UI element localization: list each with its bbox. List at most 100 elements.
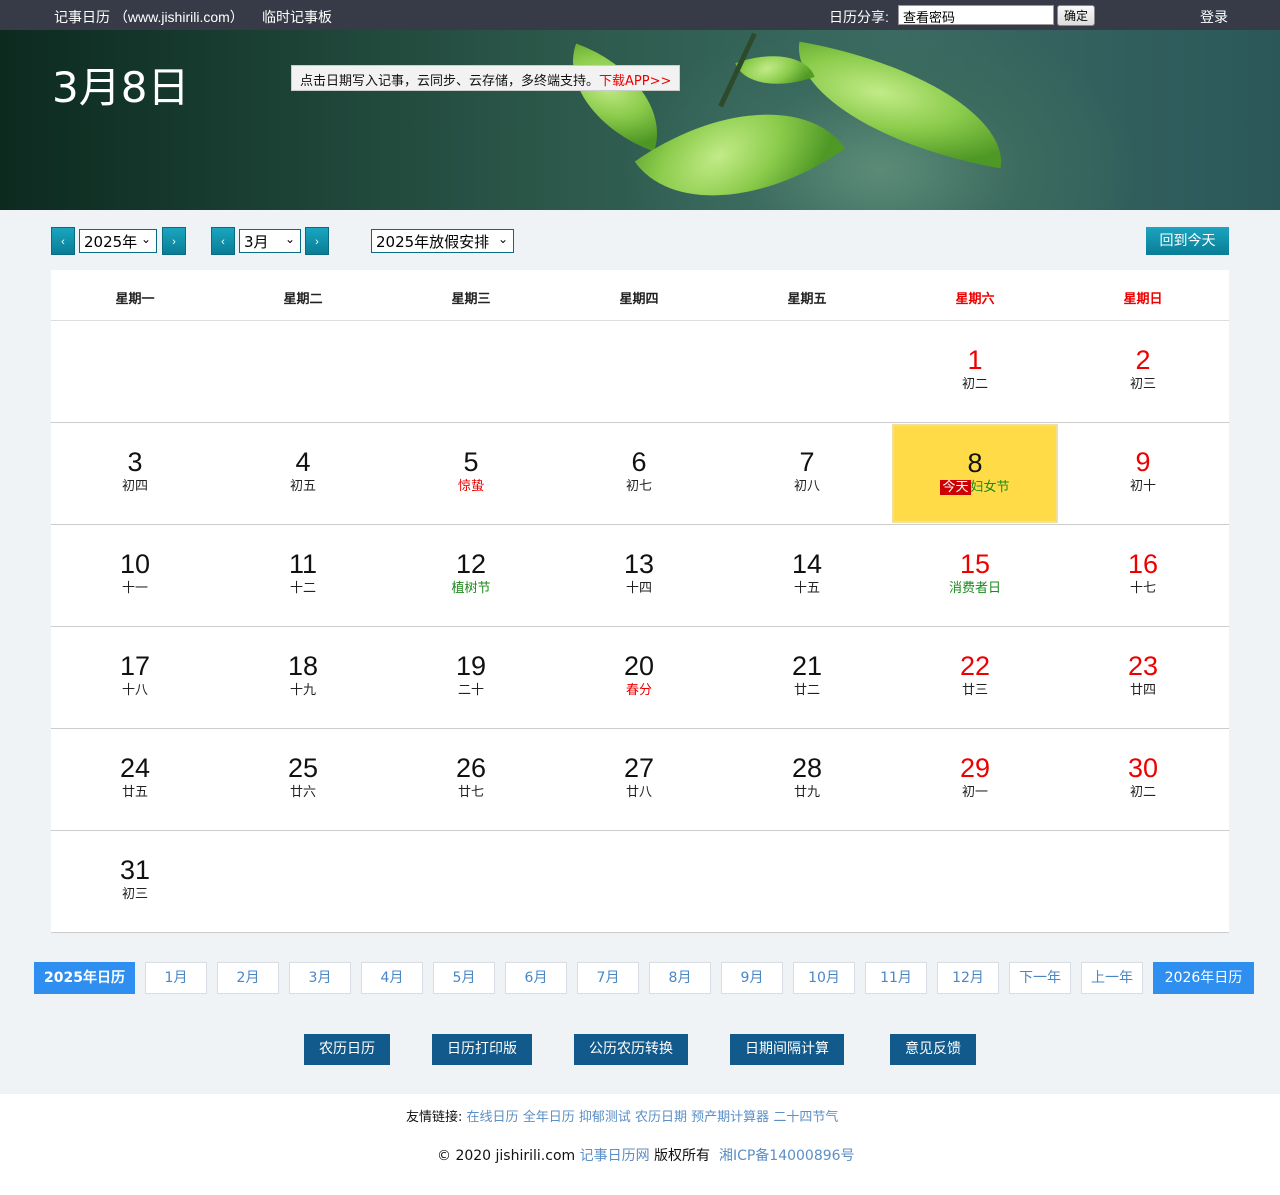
icp-link[interactable]: 湘ICP备14000896号 [719, 1148, 855, 1164]
lunar-label: 十五 [793, 581, 820, 596]
prev-month-button[interactable]: ‹ [211, 227, 235, 255]
day-cell[interactable]: 21 廿二 [723, 627, 891, 728]
day-cell[interactable]: 11 十二 [219, 525, 387, 626]
lunar-label: 春分 [625, 683, 652, 698]
day-number: 31 [119, 855, 151, 885]
month-select[interactable]: 3月 ⌄ [239, 229, 301, 253]
banner: 3月8日 点击日期写入记事，云同步、云存储，多终端支持。下载APP>> [0, 30, 1280, 210]
day-cell[interactable]: 17 十八 [51, 627, 219, 728]
lunar-label: 廿二 [793, 683, 820, 698]
day-cell[interactable]: 29 初一 [891, 729, 1059, 830]
friend-link[interactable]: 预产期计算器 [691, 1110, 769, 1125]
day-cell[interactable]: 18 十九 [219, 627, 387, 728]
lunar-label: 廿五 [121, 785, 148, 800]
lunar-label: 初五 [289, 479, 316, 494]
day-cell[interactable]: 31 初三 [51, 831, 219, 932]
next-year-button[interactable]: › [162, 227, 186, 255]
lunar-label: 初八 [793, 479, 820, 494]
site-name-link[interactable]: 记事日历网 [580, 1148, 650, 1164]
year-select[interactable]: 2025年 ⌄ [79, 229, 157, 253]
friend-link[interactable]: 农历日期 [635, 1110, 687, 1125]
weekday-label: 星期六 [955, 292, 995, 307]
day-cell[interactable]: 9 初十 [1059, 423, 1227, 524]
day-number: 26 [455, 753, 487, 783]
day-cell[interactable]: 28 廿九 [723, 729, 891, 830]
day-cell[interactable]: 15 消费者日 [891, 525, 1059, 626]
month-button[interactable]: 1月 [145, 962, 207, 994]
day-cell[interactable]: 19 二十 [387, 627, 555, 728]
next-month-button[interactable]: › [305, 227, 329, 255]
month-button[interactable]: 10月 [793, 962, 855, 994]
prev-year-link[interactable]: 上一年 [1081, 962, 1143, 994]
month-button[interactable]: 11月 [865, 962, 927, 994]
holiday-select[interactable]: 2025年放假安排 ⌄ [371, 229, 514, 253]
week-row: 24 廿五 25 廿六 26 廿七 27 廿八 28 廿九 29 初一 30 初二 [51, 729, 1229, 831]
friend-link[interactable]: 在线日历 [467, 1110, 519, 1125]
day-cell[interactable]: 5 惊蛰 [387, 423, 555, 524]
site-title-link[interactable]: 记事日历 （www.jishirili.com） [54, 7, 244, 27]
notepad-link[interactable]: 临时记事板 [262, 7, 332, 27]
day-cell[interactable]: 27 廿八 [555, 729, 723, 830]
friend-link[interactable]: 抑郁测试 [579, 1110, 631, 1125]
day-cell[interactable]: 30 初二 [1059, 729, 1227, 830]
month-button[interactable]: 9月 [721, 962, 783, 994]
share-password-input[interactable]: 查看密码 [898, 5, 1054, 26]
week-row: 1 初二 2 初三 [51, 321, 1229, 423]
friend-links-label: 友情链接: [406, 1110, 463, 1125]
lunar-label: 廿四 [1129, 683, 1156, 698]
day-cell[interactable]: 24 廿五 [51, 729, 219, 830]
day-cell[interactable]: 25 廿六 [219, 729, 387, 830]
day-cell[interactable]: 23 廿四 [1059, 627, 1227, 728]
tool-button[interactable]: 日历打印版 [432, 1034, 532, 1065]
month-button[interactable]: 2月 [217, 962, 279, 994]
month-button[interactable]: 12月 [937, 962, 999, 994]
tool-button[interactable]: 公历农历转换 [574, 1034, 688, 1065]
month-button[interactable]: 8月 [649, 962, 711, 994]
day-number: 4 [295, 447, 311, 477]
day-cell[interactable]: 3 初四 [51, 423, 219, 524]
day-cell[interactable]: 8 今天 妇女节 [892, 424, 1058, 523]
lunar-label: 廿七 [457, 785, 484, 800]
year-calendar-button[interactable]: 2025年日历 [34, 962, 135, 994]
month-button[interactable]: 3月 [289, 962, 351, 994]
day-cell[interactable]: 1 初二 [891, 321, 1059, 422]
day-cell[interactable]: 4 初五 [219, 423, 387, 524]
lunar-label: 初三 [1129, 377, 1156, 392]
footer: 友情链接: 在线日历 全年日历 抑郁测试 农历日期 预产期计算器 二十四节气 ©… [0, 1094, 1280, 1195]
month-button[interactable]: 4月 [361, 962, 423, 994]
day-cell[interactable]: 2 初三 [1059, 321, 1227, 422]
month-button[interactable]: 5月 [433, 962, 495, 994]
tool-button[interactable]: 农历日历 [304, 1034, 390, 1065]
tool-button[interactable]: 日期间隔计算 [730, 1034, 844, 1065]
lunar-label: 廿九 [793, 785, 820, 800]
day-number: 25 [287, 753, 319, 783]
lunar-label: 十八 [121, 683, 148, 698]
day-cell[interactable]: 10 十一 [51, 525, 219, 626]
next-year-link[interactable]: 下一年 [1009, 962, 1071, 994]
next-year-calendar-button[interactable]: 2026年日历 [1153, 962, 1254, 994]
month-button[interactable]: 6月 [505, 962, 567, 994]
login-link[interactable]: 登录 [1200, 7, 1228, 27]
day-cell[interactable]: 26 廿七 [387, 729, 555, 830]
tool-button[interactable]: 意见反馈 [890, 1034, 976, 1065]
month-button[interactable]: 7月 [577, 962, 639, 994]
day-cell[interactable]: 22 廿三 [891, 627, 1059, 728]
lunar-label: 十九 [289, 683, 316, 698]
weekday-header: 星期一 星期二 星期三 星期四 星期五 星期六 星期日 [51, 270, 1229, 321]
day-cell[interactable]: 14 十五 [723, 525, 891, 626]
download-app-link[interactable]: 下载APP>> [599, 74, 671, 89]
friend-link[interactable]: 全年日历 [523, 1110, 575, 1125]
day-number: 23 [1127, 651, 1159, 681]
day-cell[interactable]: 16 十七 [1059, 525, 1227, 626]
day-cell[interactable]: 6 初七 [555, 423, 723, 524]
day-cell[interactable]: 12 植树节 [387, 525, 555, 626]
day-cell[interactable]: 20 春分 [555, 627, 723, 728]
day-cell[interactable]: 7 初八 [723, 423, 891, 524]
back-to-today-button[interactable]: 回到今天 [1146, 227, 1229, 255]
day-number: 1 [967, 345, 983, 375]
share-confirm-button[interactable]: 确定 [1057, 5, 1095, 26]
prev-year-button[interactable]: ‹ [51, 227, 75, 255]
friend-link[interactable]: 二十四节气 [773, 1110, 838, 1125]
rights-text: 版权所有 [654, 1148, 711, 1164]
day-cell[interactable]: 13 十四 [555, 525, 723, 626]
